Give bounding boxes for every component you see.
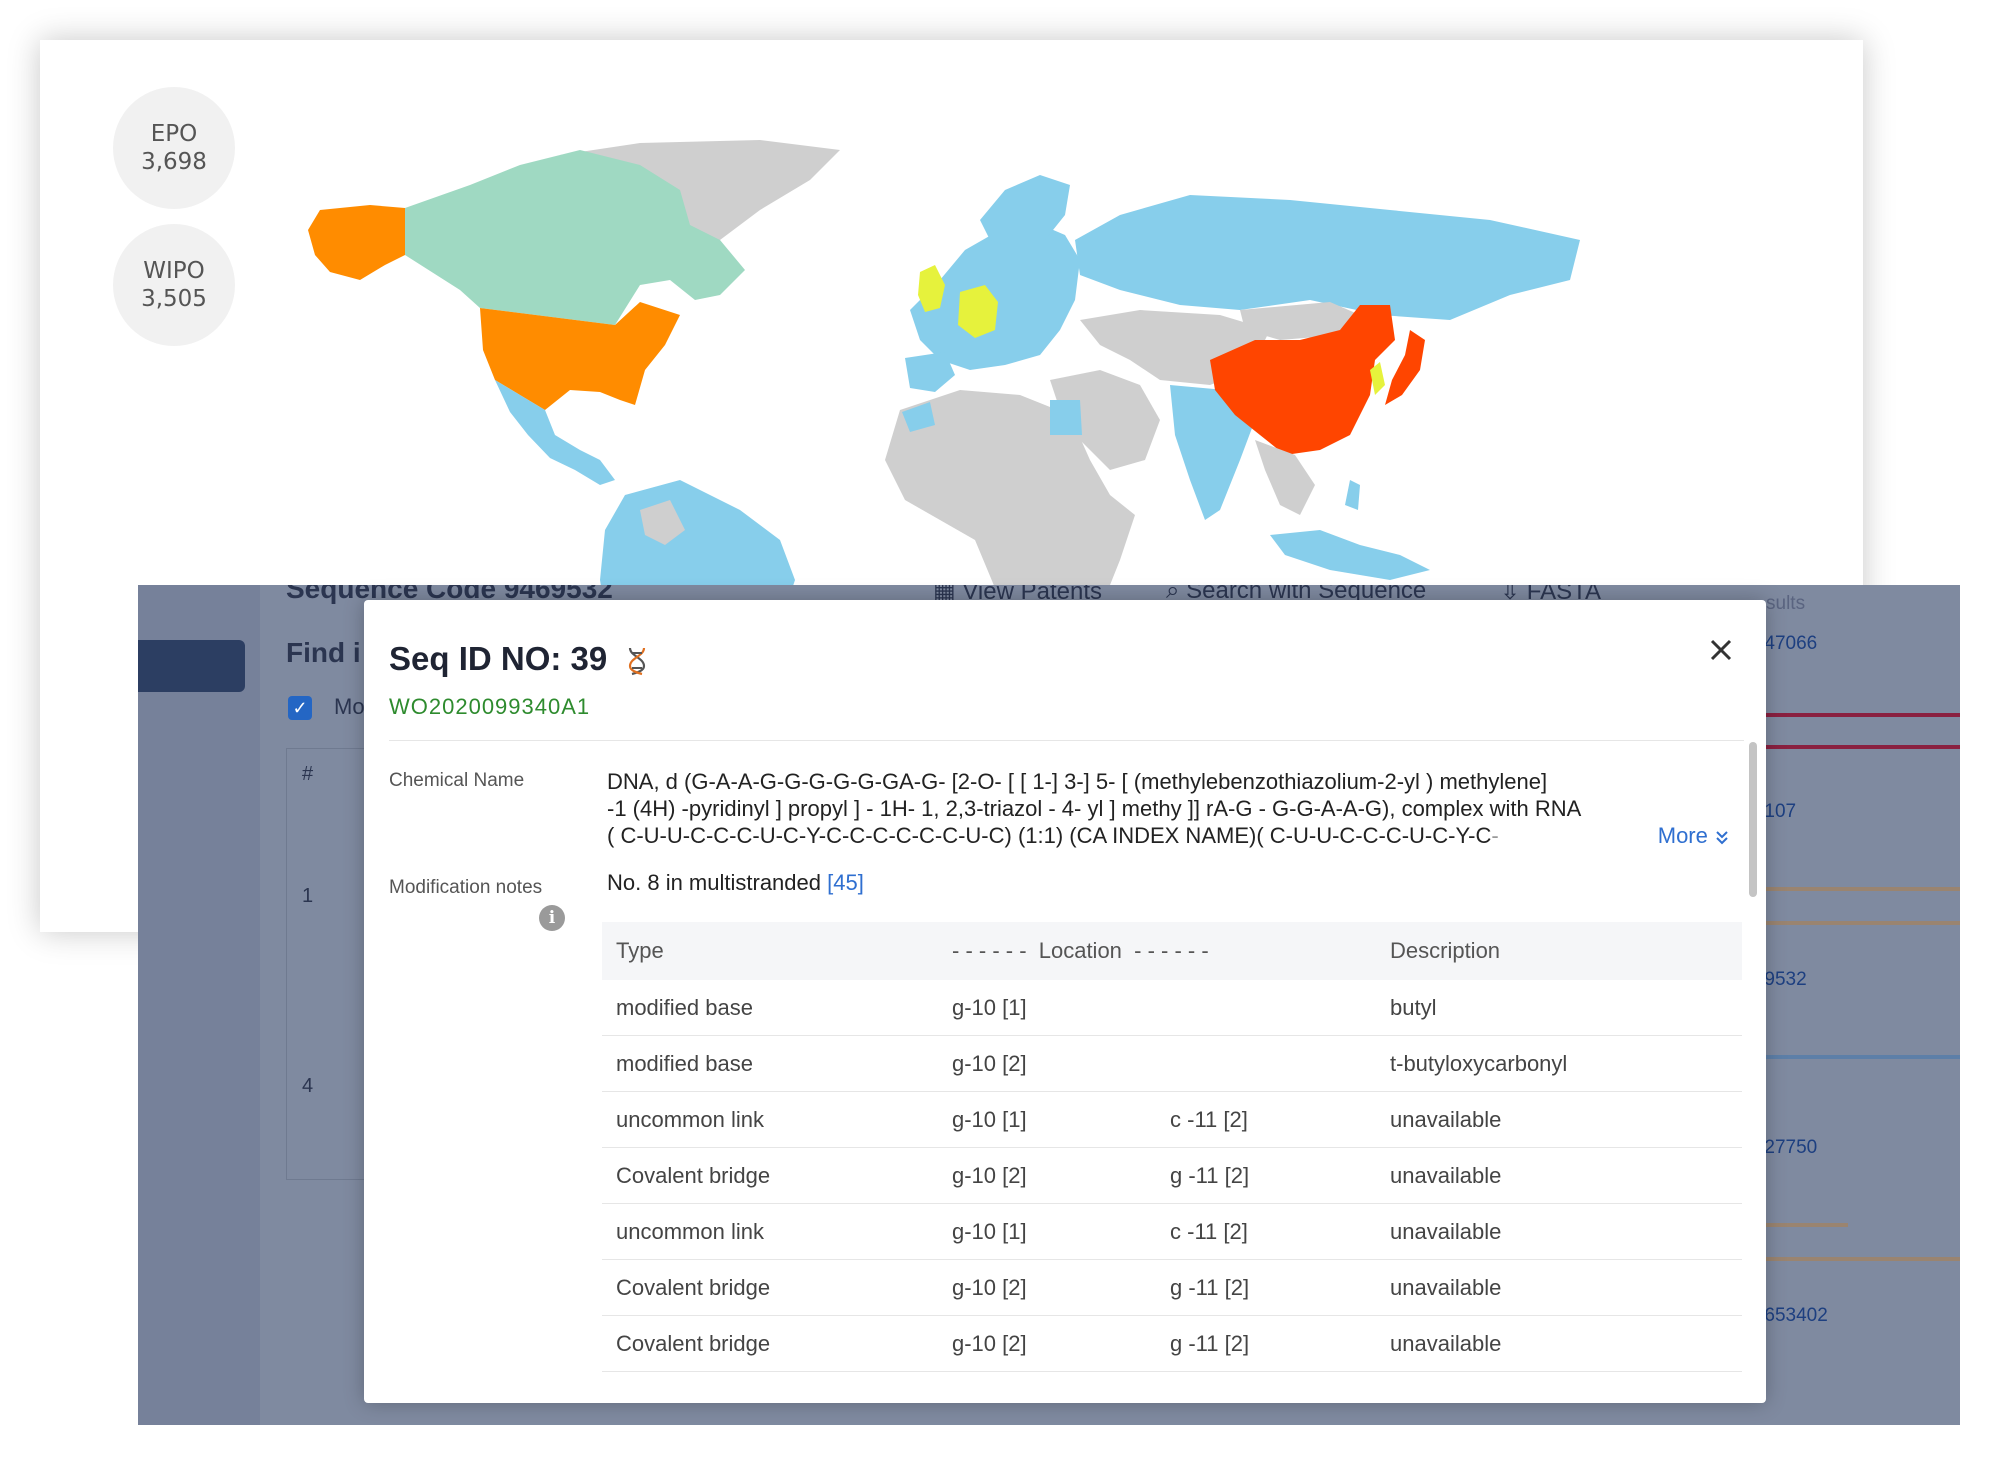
divider: [389, 740, 1744, 741]
table-row: modified base g-10 [2] t-butyloxycarbony…: [602, 1036, 1742, 1092]
chem-line: -1 (4H) -pyridinyl ] propyl ] - 1H- 1, 2…: [607, 796, 1582, 821]
more-label: More: [1657, 823, 1708, 848]
cell-description: unavailable: [1390, 1218, 1502, 1244]
region-alaska: [308, 205, 405, 280]
header-description: Description: [1390, 938, 1501, 963]
find-heading: Find i: [286, 637, 361, 668]
cell-location-to: g -11 [2]: [1170, 1162, 1250, 1188]
scrollbar[interactable]: [1749, 742, 1757, 897]
modification-table: Type - - - - - - Location - - - - - - De…: [602, 922, 1742, 1372]
chevron-double-down-icon: [1716, 831, 1728, 845]
cell-location-to: g -11 [2]: [1170, 1330, 1250, 1356]
cell-location-from: g-10 [1]: [952, 1218, 1027, 1244]
table-row: Covalent bridge g-10 [2] g -11 [2] unava…: [602, 1148, 1742, 1204]
region-russia: [1075, 195, 1580, 320]
close-icon[interactable]: [1704, 633, 1738, 667]
chem-line-text: ( C-U-U-C-C-C-U-C-Y-C-C-C-C-C-C-U-C) (1:…: [607, 823, 1492, 848]
chemical-name-label: Chemical Name: [389, 770, 525, 791]
results-label: sults: [1766, 593, 1806, 614]
cell-location-from: g-10 [2]: [952, 1162, 1027, 1188]
table-row: uncommon link g-10 [1] c -11 [2] unavail…: [602, 1204, 1742, 1260]
table-row: Covalent bridge g-10 [2] g -11 [2] unava…: [602, 1316, 1742, 1372]
table-header-hash: #: [302, 763, 314, 785]
cell-type: uncommon link: [616, 1218, 764, 1244]
patent-number[interactable]: WO2020099340A1: [389, 694, 590, 720]
left-rail: [138, 585, 260, 1425]
chem-line-fade: -: [1491, 823, 1499, 848]
chemical-name-value: DNA, d (G-A-A-G-G-G-G-G-GA-G- [2-O- [ [ …: [607, 768, 1730, 849]
active-nav-item[interactable]: [138, 640, 245, 692]
seq-detail-modal: Seq ID NO: 39 WO2020099340A1 Chemical Na…: [364, 600, 1766, 1403]
info-icon[interactable]: i: [539, 905, 565, 931]
checkbox-label: Mo: [334, 694, 365, 719]
region-egypt: [1050, 400, 1082, 435]
modal-title-text: Seq ID NO: 39: [389, 640, 608, 677]
cell-description: unavailable: [1390, 1106, 1502, 1132]
header-type: Type: [616, 938, 664, 963]
more-button[interactable]: More: [1645, 822, 1730, 849]
cell-type: uncommon link: [616, 1106, 764, 1132]
cell-location-from: g-10 [1]: [952, 994, 1027, 1020]
cell-location-to: c -11 [2]: [1170, 1218, 1248, 1244]
cell-description: unavailable: [1390, 1162, 1502, 1188]
dna-icon: [629, 648, 646, 676]
cell-location-from: g-10 [2]: [952, 1050, 1027, 1076]
cell-description: t-butyloxycarbonyl: [1390, 1050, 1568, 1076]
modification-notes-label: Modification notes: [389, 877, 543, 898]
cell-type: Covalent bridge: [616, 1330, 771, 1356]
table-row-number: 1: [302, 885, 314, 907]
cell-location-to: g -11 [2]: [1170, 1274, 1250, 1300]
region-philippines: [1345, 480, 1360, 510]
cell-type: modified base: [616, 994, 753, 1020]
cell-location-to: c -11 [2]: [1170, 1106, 1248, 1132]
checkbox[interactable]: ✓: [288, 696, 312, 720]
cell-type: Covalent bridge: [616, 1162, 771, 1188]
table-row-number: 4: [302, 1075, 314, 1097]
chem-line: ( C-U-U-C-C-C-U-C-Y-C-C-C-C-C-C-U-C) (1:…: [607, 822, 1730, 849]
header-location: - - - - - - Location - - - - - -: [952, 938, 1209, 963]
cell-location-from: g-10 [2]: [952, 1330, 1027, 1356]
background-table: [286, 748, 368, 1180]
cell-description: butyl: [1390, 994, 1437, 1020]
cell-description: unavailable: [1390, 1330, 1502, 1356]
reference-link[interactable]: [45]: [827, 870, 864, 895]
table-row: uncommon link g-10 [1] c -11 [2] unavail…: [602, 1092, 1742, 1148]
region-indonesia: [1270, 530, 1430, 580]
cell-type: modified base: [616, 1050, 753, 1076]
modal-title: Seq ID NO: 39: [389, 640, 648, 678]
table-header: Type - - - - - - Location - - - - - - De…: [602, 922, 1742, 980]
cell-description: unavailable: [1390, 1274, 1502, 1300]
modification-notes-value: No. 8 in multistranded [45]: [607, 870, 864, 896]
chem-line: DNA, d (G-A-A-G-G-G-G-G-GA-G- [2-O- [ [ …: [607, 769, 1548, 794]
region-spain: [905, 352, 955, 392]
mod-note-text: No. 8 in multistranded: [607, 870, 821, 895]
cell-location-from: g-10 [2]: [952, 1274, 1027, 1300]
table-row: Covalent bridge g-10 [2] g -11 [2] unava…: [602, 1260, 1742, 1316]
cell-location-from: g-10 [1]: [952, 1106, 1027, 1132]
cell-type: Covalent bridge: [616, 1274, 771, 1300]
table-row: modified base g-10 [1] butyl: [602, 980, 1742, 1036]
